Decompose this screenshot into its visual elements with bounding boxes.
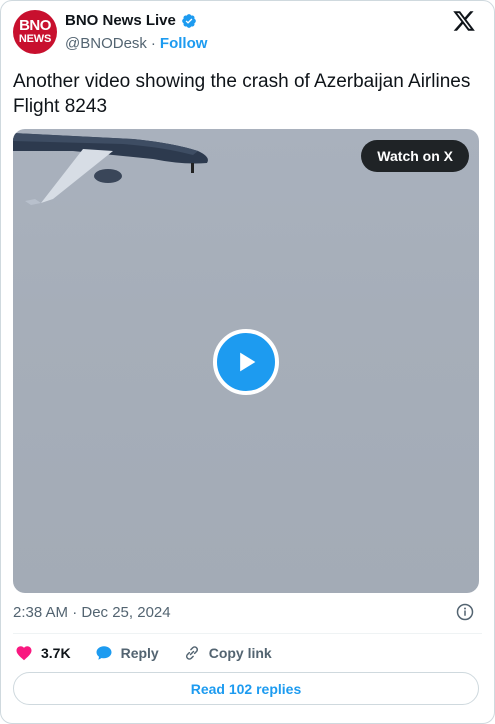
tweet-timestamp[interactable]: 2:38 AM · Dec 25, 2024 <box>13 604 171 621</box>
copy-link-button[interactable]: Copy link <box>183 644 272 662</box>
reply-button[interactable]: Reply <box>95 644 159 662</box>
author-display-name[interactable]: BNO News Live <box>65 12 176 29</box>
video-player[interactable]: Watch on X <box>13 129 479 593</box>
tweet-text: Another video showing the crash of Azerb… <box>13 71 471 117</box>
divider <box>13 633 482 634</box>
avatar-text-news: NEWS <box>18 33 52 45</box>
x-logo-icon[interactable] <box>452 9 476 33</box>
embedded-tweet-card: BNO NEWS BNO News Live @BNODesk · Follow… <box>0 0 495 724</box>
handle-separator: · <box>150 35 156 52</box>
reply-bubble-icon <box>96 646 112 660</box>
heart-icon <box>16 646 32 661</box>
info-icon[interactable] <box>456 603 474 621</box>
author-name-row[interactable]: BNO News Live <box>65 12 197 29</box>
airplane-image <box>13 133 208 205</box>
verified-badge-icon <box>182 13 196 28</box>
avatar[interactable]: BNO NEWS <box>13 10 57 54</box>
likes-count: 3.7K <box>41 645 71 661</box>
like-button[interactable]: 3.7K <box>15 644 71 662</box>
follow-button[interactable]: Follow <box>160 35 208 52</box>
read-replies-button[interactable]: Read 102 replies <box>13 672 479 705</box>
author-handle-row: @BNODesk · Follow <box>65 35 207 52</box>
action-bar: 3.7K Reply Copy link <box>15 643 296 663</box>
link-icon <box>185 646 198 660</box>
avatar-text-bno: BNO <box>19 17 51 34</box>
play-icon <box>240 352 256 372</box>
play-button[interactable] <box>213 329 279 395</box>
copy-link-label: Copy link <box>208 645 272 661</box>
author-handle[interactable]: @BNODesk <box>65 35 147 52</box>
watch-on-x-button[interactable]: Watch on X <box>361 140 469 172</box>
reply-label: Reply <box>120 645 159 661</box>
